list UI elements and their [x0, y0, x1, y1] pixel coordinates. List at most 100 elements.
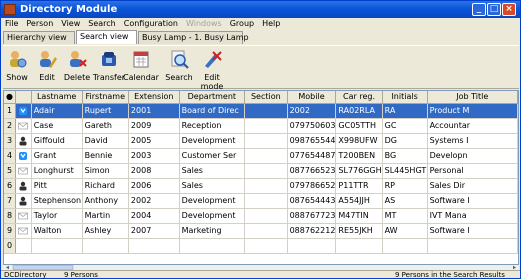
table-row[interactable]: 2 Case Gareth 2009 Reception 079750603 GC05TTH… [4, 118, 518, 134]
cell-section[interactable] [244, 208, 288, 224]
table-row[interactable]: 4 Grant Bennie 2003 Customer Ser 077654487 T20… [4, 148, 518, 164]
cell-carreg[interactable]: GC05TTH [335, 118, 383, 134]
cell-mobile[interactable]: 088767723 [287, 208, 337, 224]
tab-busy-lamp[interactable]: Busy Lamp - 1. Busy Lamp [138, 31, 249, 44]
row-number[interactable]: 3 [4, 133, 16, 149]
cell-department[interactable]: Reception [179, 118, 246, 134]
cell-jobtitle[interactable]: Developn [427, 148, 518, 164]
cell-initials[interactable] [382, 238, 428, 254]
cell-lastname[interactable]: Stephenson [31, 193, 83, 209]
menu-view[interactable]: View [57, 18, 84, 30]
column-header-extension[interactable]: Extension [128, 91, 180, 104]
cell-section[interactable] [244, 163, 288, 179]
cell-carreg[interactable]: T200BEN [335, 148, 383, 164]
cell-lastname[interactable]: Giffould [31, 133, 83, 149]
cell-extension[interactable]: 2004 [128, 208, 180, 224]
delete-button[interactable]: Delete [59, 49, 95, 82]
cell-extension[interactable]: 2005 [128, 133, 180, 149]
table-row[interactable]: 6 Pitt Richard 2006 Sales 079786652 P11TTR RP Sa… [4, 178, 518, 194]
cell-firstname[interactable]: Anthony [82, 193, 129, 209]
minimize-icon[interactable]: _ [472, 3, 486, 16]
cell-section[interactable] [244, 223, 288, 239]
cell-jobtitle[interactable]: Personal [427, 163, 518, 179]
cell-jobtitle[interactable]: IVT Mana [427, 208, 518, 224]
table-row[interactable]: 5 Longhurst Simon 2008 Sales 087766523 SL776GG… [4, 163, 518, 179]
column-header-job-title[interactable]: Job Title [427, 91, 518, 104]
cell-initials[interactable]: RA [382, 103, 428, 119]
maximize-icon[interactable]: □ [487, 3, 501, 16]
menu-group[interactable]: Group [226, 18, 258, 30]
cell-section[interactable] [244, 118, 288, 134]
cell-carreg[interactable]: RA02RLA [335, 103, 383, 119]
cell-initials[interactable]: AW [382, 223, 428, 239]
cell-department[interactable]: Development [179, 208, 246, 224]
cell-firstname[interactable] [82, 238, 129, 254]
cell-firstname[interactable]: Martin [82, 208, 129, 224]
menu-configuration[interactable]: Configuration [120, 18, 182, 30]
cell-section[interactable] [244, 133, 288, 149]
cell-mobile[interactable]: 098765544 [287, 133, 337, 149]
column-header-car-reg[interactable]: Car reg. [335, 91, 383, 104]
row-number[interactable]: 1 [4, 103, 16, 119]
menu-file[interactable]: File [1, 18, 22, 30]
cell-initials[interactable]: SL445HGT [382, 163, 428, 179]
row-number[interactable]: 5 [4, 163, 16, 179]
calendar-button[interactable]: Calendar [123, 49, 159, 82]
cell-initials[interactable]: MT [382, 208, 428, 224]
cell-firstname[interactable]: David [82, 133, 129, 149]
cell-department[interactable] [179, 238, 246, 254]
cell-carreg[interactable]: M47TIN [335, 208, 383, 224]
cell-jobtitle[interactable]: Systems I [427, 133, 518, 149]
cell-firstname[interactable]: Simon [82, 163, 129, 179]
cell-mobile[interactable]: 087766523 [287, 163, 337, 179]
cell-jobtitle[interactable]: Software I [427, 193, 518, 209]
table-row[interactable]: 8 Taylor Martin 2004 Development 088767723 M47… [4, 208, 518, 224]
cell-initials[interactable]: RP [382, 178, 428, 194]
row-number[interactable]: 8 [4, 208, 16, 224]
tab-hierarchy-view[interactable]: Hierarchy view [3, 31, 75, 44]
cell-section[interactable] [244, 193, 288, 209]
column-header-mobile[interactable]: Mobile [287, 91, 337, 104]
cell-lastname[interactable]: Walton [31, 223, 83, 239]
cell-initials[interactable]: AS [382, 193, 428, 209]
cell-carreg[interactable]: SL776GGH [335, 163, 383, 179]
search-button[interactable]: Search [161, 49, 197, 82]
cell-jobtitle[interactable]: Accountar [427, 118, 518, 134]
transfer-button[interactable]: Transfer [91, 49, 127, 82]
cell-extension[interactable]: 2003 [128, 148, 180, 164]
table-row[interactable]: 9 Walton Ashley 2007 Marketing 088762212 RE55J… [4, 223, 518, 239]
cell-mobile[interactable]: 077654487 [287, 148, 337, 164]
edit-mode-button[interactable]: Edit mode [194, 49, 230, 91]
row-number[interactable]: 4 [4, 148, 16, 164]
cell-initials[interactable]: BG [382, 148, 428, 164]
cell-lastname[interactable]: Longhurst [31, 163, 83, 179]
cell-mobile[interactable]: 079750603 [287, 118, 337, 134]
cell-lastname[interactable]: Grant [31, 148, 83, 164]
cell-extension[interactable]: 2007 [128, 223, 180, 239]
cell-carreg[interactable]: RE55JKH [335, 223, 383, 239]
cell-mobile[interactable]: 087654443 [287, 193, 337, 209]
cell-extension[interactable] [128, 238, 180, 254]
cell-extension[interactable]: 2009 [128, 118, 180, 134]
column-header-lastname[interactable]: Lastname [31, 91, 83, 104]
cell-section[interactable] [244, 238, 288, 254]
cell-firstname[interactable]: Bennie [82, 148, 129, 164]
cell-firstname[interactable]: Richard [82, 178, 129, 194]
cell-carreg[interactable]: P11TTR [335, 178, 383, 194]
column-header-department[interactable]: Department [179, 91, 246, 104]
cell-jobtitle[interactable]: Sales Dir [427, 178, 518, 194]
cell-lastname[interactable]: Pitt [31, 178, 83, 194]
column-header-initials[interactable]: Initials [382, 91, 428, 104]
cell-mobile[interactable]: 079786652 [287, 178, 337, 194]
cell-firstname[interactable]: Ashley [82, 223, 129, 239]
table-row[interactable]: 1 Adair Rupert 2001 Board of Direc 2002 RA02RL… [4, 103, 518, 119]
cell-department[interactable]: Marketing [179, 223, 246, 239]
row-number[interactable]: 9 [4, 223, 16, 239]
cell-firstname[interactable]: Rupert [82, 103, 129, 119]
cell-jobtitle[interactable]: Product M [427, 103, 518, 119]
cell-extension[interactable]: 2006 [128, 178, 180, 194]
table-row[interactable]: 0 [4, 238, 518, 254]
row-number[interactable]: 6 [4, 178, 16, 194]
cell-carreg[interactable]: A554JJH [335, 193, 383, 209]
cell-initials[interactable]: GC [382, 118, 428, 134]
